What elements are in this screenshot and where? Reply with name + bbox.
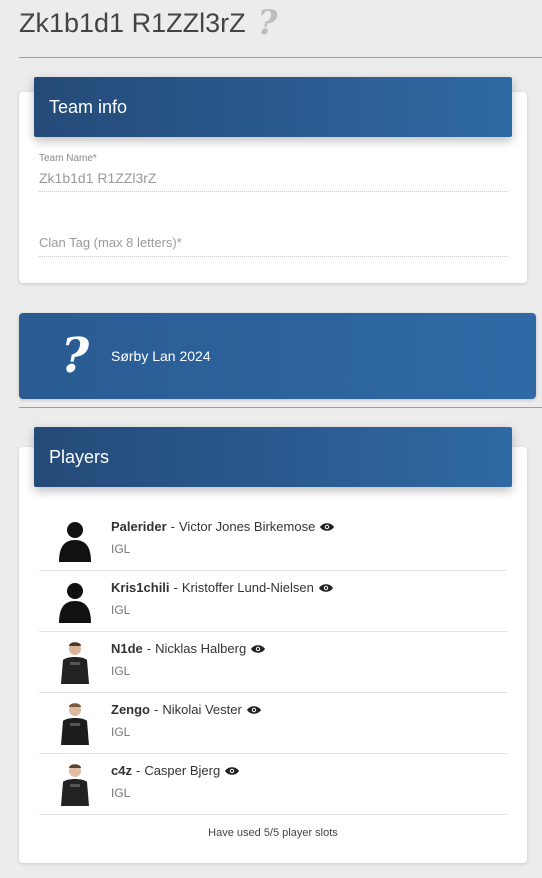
players-header: Players bbox=[34, 427, 512, 487]
player-row[interactable]: Zengo - Nikolai Vester IGL bbox=[39, 693, 507, 754]
player-nick[interactable]: Kris1chili bbox=[111, 580, 170, 595]
player-nick[interactable]: c4z bbox=[111, 763, 132, 778]
clan-tag-input[interactable]: Clan Tag (max 8 letters)* bbox=[39, 235, 507, 256]
divider bbox=[19, 57, 542, 58]
player-silhouette-icon bbox=[59, 583, 91, 623]
team-name-field[interactable]: Team Name* Zk1b1d1 R1ZZl3rZ bbox=[39, 153, 507, 192]
player-name: Nicklas Halberg bbox=[155, 641, 247, 656]
player-row[interactable]: N1de - Nicklas Halberg IGL bbox=[39, 632, 507, 693]
team-info-card: Team info Team Name* Zk1b1d1 R1ZZl3rZ Cl… bbox=[19, 77, 527, 283]
page-title: Zk1b1d1 R1ZZl3rZ ? bbox=[19, 6, 278, 40]
player-separator: - bbox=[135, 763, 141, 778]
player-photo-icon bbox=[61, 703, 89, 745]
player-name: Victor Jones Birkemose bbox=[179, 519, 316, 534]
player-slots-text: Have used 5/5 player slots bbox=[208, 827, 338, 839]
player-name: Kristoffer Lund-Nielsen bbox=[181, 580, 314, 595]
player-nick[interactable]: Palerider bbox=[111, 519, 167, 534]
player-role: IGL bbox=[111, 664, 131, 678]
team-info-title: Team info bbox=[49, 96, 128, 117]
player-role: IGL bbox=[111, 542, 131, 556]
player-silhouette-icon bbox=[59, 522, 91, 562]
event-name: Sørby Lan 2024 bbox=[111, 348, 211, 364]
team-name-input[interactable]: Zk1b1d1 R1ZZl3rZ bbox=[39, 170, 507, 191]
player-role: IGL bbox=[111, 603, 131, 617]
players-card: Players Palerider - Victor Jones Birkemo… bbox=[19, 427, 527, 863]
player-separator: - bbox=[173, 580, 178, 595]
player-name: Nikolai Vester bbox=[162, 702, 242, 717]
team-page: Zk1b1d1 R1ZZl3rZ ? Team info Team Name* … bbox=[0, 0, 542, 878]
player-row[interactable]: Palerider - Victor Jones Birkemose IGL bbox=[39, 510, 507, 571]
player-photo-icon bbox=[61, 642, 89, 684]
player-separator: - bbox=[146, 641, 152, 656]
players-title: Players bbox=[49, 446, 110, 467]
team-name-label: Team Name* bbox=[39, 153, 97, 164]
clan-tag-field[interactable]: Clan Tag (max 8 letters)* bbox=[39, 235, 507, 257]
eye-icon[interactable] bbox=[251, 644, 266, 654]
player-nick[interactable]: Zengo bbox=[111, 702, 150, 717]
event-banner[interactable]: ? Sørby Lan 2024 bbox=[19, 313, 536, 399]
event-question-mark-icon: ? bbox=[61, 328, 90, 384]
player-row[interactable]: c4z - Casper Bjerg IGL bbox=[39, 754, 507, 815]
team-info-header: Team info bbox=[34, 77, 512, 137]
player-row[interactable]: Kris1chili - Kristoffer Lund-Nielsen IGL bbox=[39, 571, 507, 632]
divider bbox=[19, 407, 542, 408]
question-mark-icon: ? bbox=[257, 3, 278, 43]
player-photo-icon bbox=[61, 764, 89, 806]
player-nick[interactable]: N1de bbox=[111, 641, 143, 656]
player-role: IGL bbox=[111, 786, 131, 800]
player-name: Casper Bjerg bbox=[144, 763, 221, 778]
eye-icon[interactable] bbox=[246, 705, 261, 715]
player-separator: - bbox=[154, 702, 159, 717]
eye-icon[interactable] bbox=[225, 766, 240, 776]
eye-icon[interactable] bbox=[318, 583, 333, 593]
eye-icon[interactable] bbox=[320, 522, 335, 532]
page-title-text: Zk1b1d1 R1ZZl3rZ bbox=[19, 7, 246, 38]
player-separator: - bbox=[170, 519, 175, 534]
player-role: IGL bbox=[111, 725, 131, 739]
